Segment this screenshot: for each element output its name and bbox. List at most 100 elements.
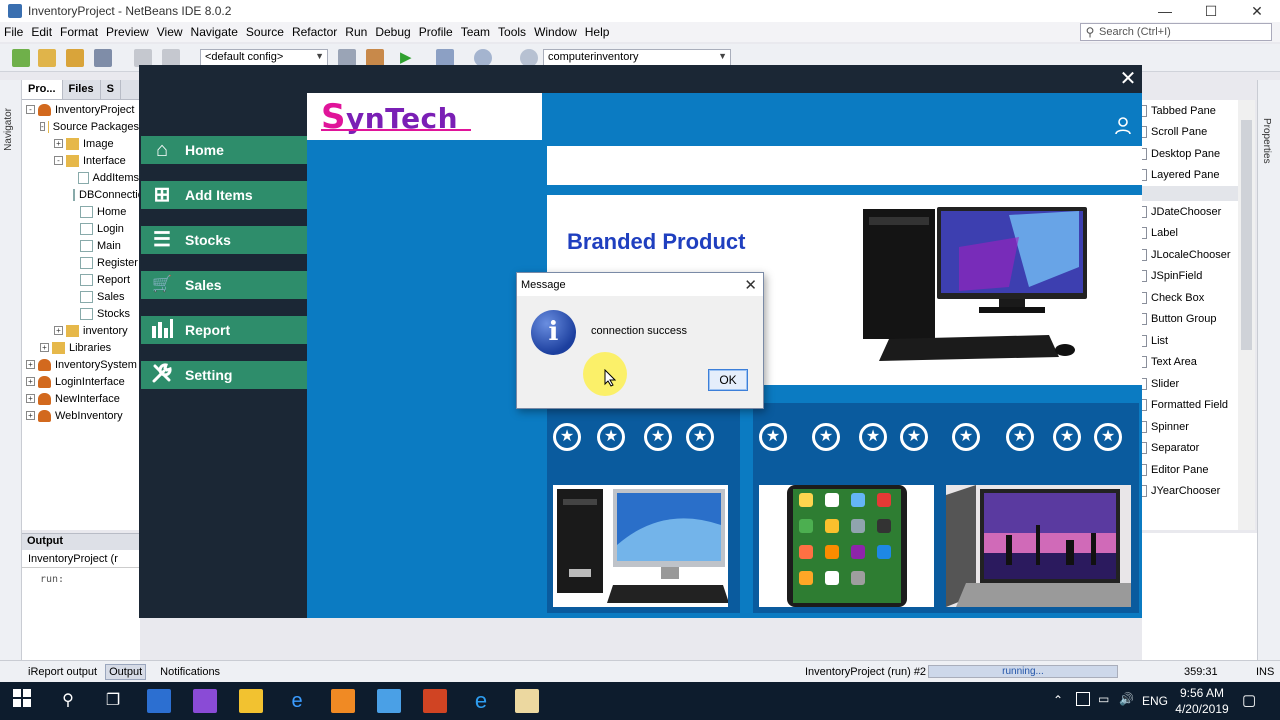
tree-item[interactable]: AddItems	[22, 169, 139, 186]
tray-chevron-icon[interactable]: ⌃	[1053, 693, 1063, 707]
tree-item[interactable]: Stocks	[22, 305, 139, 322]
task-view-icon[interactable]: ❐	[101, 689, 125, 713]
expand-icon[interactable]: +	[54, 326, 63, 335]
search-icon[interactable]: ⚲	[56, 689, 80, 713]
palette-category-header[interactable]	[1142, 186, 1238, 201]
menu-format[interactable]: Format	[60, 25, 98, 39]
3d-app-icon[interactable]	[377, 689, 401, 713]
tab-projects[interactable]: Pro...	[22, 80, 63, 99]
palette-item[interactable]: List	[1142, 330, 1238, 352]
tree-item[interactable]: Main	[22, 237, 139, 254]
palette-item[interactable]: JDateChooser	[1142, 201, 1238, 223]
search-input[interactable]: ⚲ Search (Ctrl+I)	[1080, 23, 1272, 41]
menu-edit[interactable]: Edit	[31, 25, 52, 39]
tree-item[interactable]: + inventory	[22, 322, 139, 339]
tree-item[interactable]: Login	[22, 220, 139, 237]
menu-help[interactable]: Help	[585, 25, 610, 39]
menu-team[interactable]: Team	[461, 25, 490, 39]
menu-debug[interactable]: Debug	[375, 25, 410, 39]
edge-icon[interactable]: e	[285, 689, 309, 713]
palette-item[interactable]: Spinner	[1142, 416, 1238, 438]
expand-icon[interactable]: +	[26, 377, 35, 386]
config-select[interactable]: <default config> ▼	[200, 49, 328, 66]
tree-item[interactable]: - InventoryProject	[22, 101, 139, 118]
volume-icon[interactable]: 🔊	[1119, 692, 1134, 706]
menu-file[interactable]: File	[4, 25, 23, 39]
menu-view[interactable]: View	[157, 25, 183, 39]
menu-run[interactable]: Run	[345, 25, 367, 39]
system-clock[interactable]: 9:56 AM 4/20/2019	[1162, 685, 1242, 717]
tree-item[interactable]: Home	[22, 203, 139, 220]
sidebar-item-home[interactable]: ⌂ Home	[141, 136, 307, 164]
app-icon[interactable]	[331, 689, 355, 713]
close-window-button[interactable]: ✕	[1234, 0, 1280, 22]
palette-item[interactable]: Check Box	[1142, 287, 1238, 309]
sidebar-item-sales[interactable]: 🛒 Sales	[141, 271, 307, 299]
palette-item[interactable]: Layered Pane	[1142, 165, 1238, 187]
sidebar-item-setting[interactable]: Setting	[141, 361, 307, 389]
product-card-desktop[interactable]: ★ ★ ★ ★	[547, 403, 740, 613]
palette-item[interactable]: Text Area	[1142, 352, 1238, 374]
palette-item[interactable]: Desktop Pane	[1142, 143, 1238, 165]
palette-item[interactable]: JYearChooser	[1142, 481, 1238, 503]
java-icon[interactable]	[515, 689, 539, 713]
palette-item[interactable]: Scroll Pane	[1142, 122, 1238, 144]
tab-files[interactable]: Files	[63, 80, 101, 99]
expand-icon[interactable]: +	[54, 139, 63, 148]
tree-item[interactable]: + LoginInterface	[22, 373, 139, 390]
tree-item[interactable]: - Source Packages	[22, 118, 139, 135]
scroll-thumb[interactable]	[1241, 120, 1252, 350]
tree-item[interactable]: DBConnection	[22, 186, 139, 203]
project-select[interactable]: computerinventory ▼	[543, 49, 731, 66]
tree-item[interactable]: + Libraries	[22, 339, 139, 356]
properties-tab[interactable]: Properties	[1261, 118, 1272, 164]
save-all-icon[interactable]	[94, 49, 112, 67]
palette-item[interactable]: Label	[1142, 223, 1238, 245]
menu-window[interactable]: Window	[534, 25, 577, 39]
palette-item[interactable]: Slider	[1142, 373, 1238, 395]
palette-item[interactable]: Button Group	[1142, 309, 1238, 331]
tree-item[interactable]: Register	[22, 254, 139, 271]
visual-studio-icon[interactable]	[193, 689, 217, 713]
file-explorer-icon[interactable]	[239, 689, 263, 713]
tree-item[interactable]: Report	[22, 271, 139, 288]
maximize-button[interactable]: ☐	[1188, 0, 1234, 22]
open-project-icon[interactable]	[66, 49, 84, 67]
expand-icon[interactable]: +	[26, 360, 35, 369]
tree-item[interactable]: + InventorySystem	[22, 356, 139, 373]
dialog-close-button[interactable]: ✕	[744, 276, 757, 294]
menu-preview[interactable]: Preview	[106, 25, 149, 39]
internet-explorer-icon[interactable]: e	[469, 689, 493, 713]
output-status-tab[interactable]: Output	[105, 663, 147, 680]
menu-refactor[interactable]: Refactor	[292, 25, 337, 39]
notifications-tab[interactable]: Notifications	[160, 666, 220, 678]
expand-icon[interactable]: +	[40, 343, 49, 352]
palette-item[interactable]: Separator	[1142, 438, 1238, 460]
tree-item[interactable]: + Image	[22, 135, 139, 152]
windows-start-icon[interactable]	[10, 689, 34, 713]
expand-icon[interactable]: +	[26, 411, 35, 420]
battery-icon[interactable]: ▭	[1098, 692, 1109, 706]
tray-app-icon[interactable]	[1076, 692, 1090, 706]
menu-tools[interactable]: Tools	[498, 25, 526, 39]
palette-item[interactable]: Formatted Field	[1142, 395, 1238, 417]
palette-item[interactable]: JLocaleChooser	[1142, 244, 1238, 266]
menu-navigate[interactable]: Navigate	[191, 25, 238, 39]
output-tab[interactable]: InventoryProject (r	[22, 550, 140, 568]
palette-scrollbar[interactable]	[1238, 100, 1255, 530]
menu-profile[interactable]: Profile	[419, 25, 453, 39]
new-file-icon[interactable]	[12, 49, 30, 67]
palette-item[interactable]: Editor Pane	[1142, 459, 1238, 481]
collapse-icon[interactable]: -	[54, 156, 63, 165]
product-card-phone[interactable]: ★ ★ ★ ★	[753, 403, 946, 613]
tab-services[interactable]: S	[101, 80, 121, 99]
collapse-icon[interactable]: -	[26, 105, 35, 114]
expand-icon[interactable]: +	[26, 394, 35, 403]
new-project-icon[interactable]	[38, 49, 56, 67]
palette-item[interactable]: JSpinField	[1142, 266, 1238, 288]
collapse-icon[interactable]: -	[40, 122, 45, 131]
tree-item[interactable]: + WebInventory	[22, 407, 139, 424]
tree-item[interactable]: Sales	[22, 288, 139, 305]
tree-item[interactable]: - Interface	[22, 152, 139, 169]
store-icon[interactable]	[147, 689, 171, 713]
